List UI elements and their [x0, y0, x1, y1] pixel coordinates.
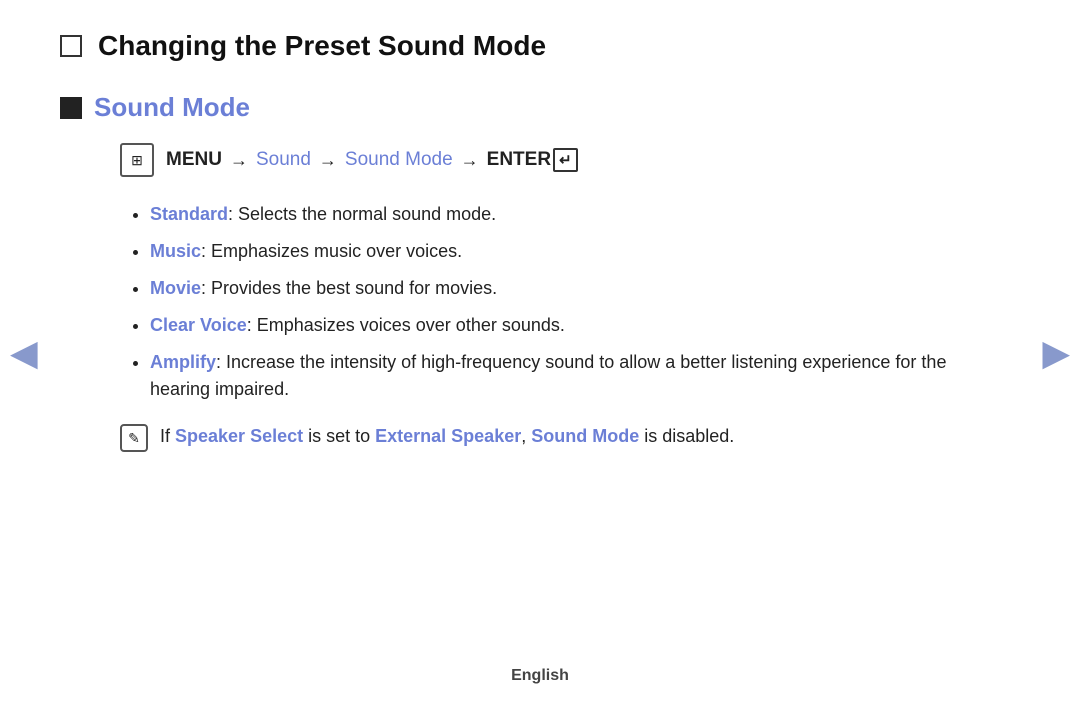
footer-language: English [511, 667, 569, 685]
menu-icon: ⊞ [120, 143, 154, 177]
note-row: ✎ If Speaker Select is set to External S… [120, 423, 1000, 452]
enter-button: ENTER↵ [487, 148, 578, 172]
note-icon: ✎ [120, 424, 148, 452]
list-item: Amplify: Increase the intensity of high-… [150, 349, 1000, 403]
term-movie: Movie [150, 278, 201, 298]
checkbox-icon [60, 35, 82, 57]
desc-standard: : Selects the normal sound mode. [228, 204, 496, 224]
list-item: Movie: Provides the best sound for movie… [150, 275, 1000, 302]
main-title-row: Changing the Preset Sound Mode [60, 30, 1000, 62]
term-standard: Standard [150, 204, 228, 224]
desc-music: : Emphasizes music over voices. [201, 241, 462, 261]
menu-label: MENU [166, 149, 222, 171]
arrow-2: → [319, 150, 337, 171]
enter-label: ENTER [487, 149, 551, 171]
black-square-icon [60, 97, 82, 119]
desc-movie: : Provides the best sound for movies. [201, 278, 497, 298]
list-item: Standard: Selects the normal sound mode. [150, 201, 1000, 228]
section-title: Sound Mode [94, 92, 250, 123]
term-clear-voice: Clear Voice [150, 315, 247, 335]
term-music: Music [150, 241, 201, 261]
term-sound-mode-note: Sound Mode [531, 426, 639, 446]
note-text: If Speaker Select is set to External Spe… [160, 423, 734, 450]
list-item: Clear Voice: Emphasizes voices over othe… [150, 312, 1000, 339]
sound-link: Sound [256, 149, 311, 171]
section-title-row: Sound Mode [60, 92, 1000, 123]
menu-path: ⊞ MENU → Sound → Sound Mode → ENTER↵ [120, 143, 1000, 177]
desc-amplify: : Increase the intensity of high-frequen… [150, 352, 946, 399]
list-item: Music: Emphasizes music over voices. [150, 238, 1000, 265]
term-speaker-select: Speaker Select [175, 426, 303, 446]
arrow-1: → [230, 150, 248, 171]
page-title: Changing the Preset Sound Mode [98, 30, 546, 62]
enter-icon: ↵ [553, 148, 578, 172]
term-external-speaker: External Speaker [375, 426, 521, 446]
bullet-list: Standard: Selects the normal sound mode.… [150, 201, 1000, 403]
arrow-3: → [461, 150, 479, 171]
sound-mode-link: Sound Mode [345, 149, 453, 171]
desc-clear-voice: : Emphasizes voices over other sounds. [247, 315, 565, 335]
term-amplify: Amplify [150, 352, 216, 372]
